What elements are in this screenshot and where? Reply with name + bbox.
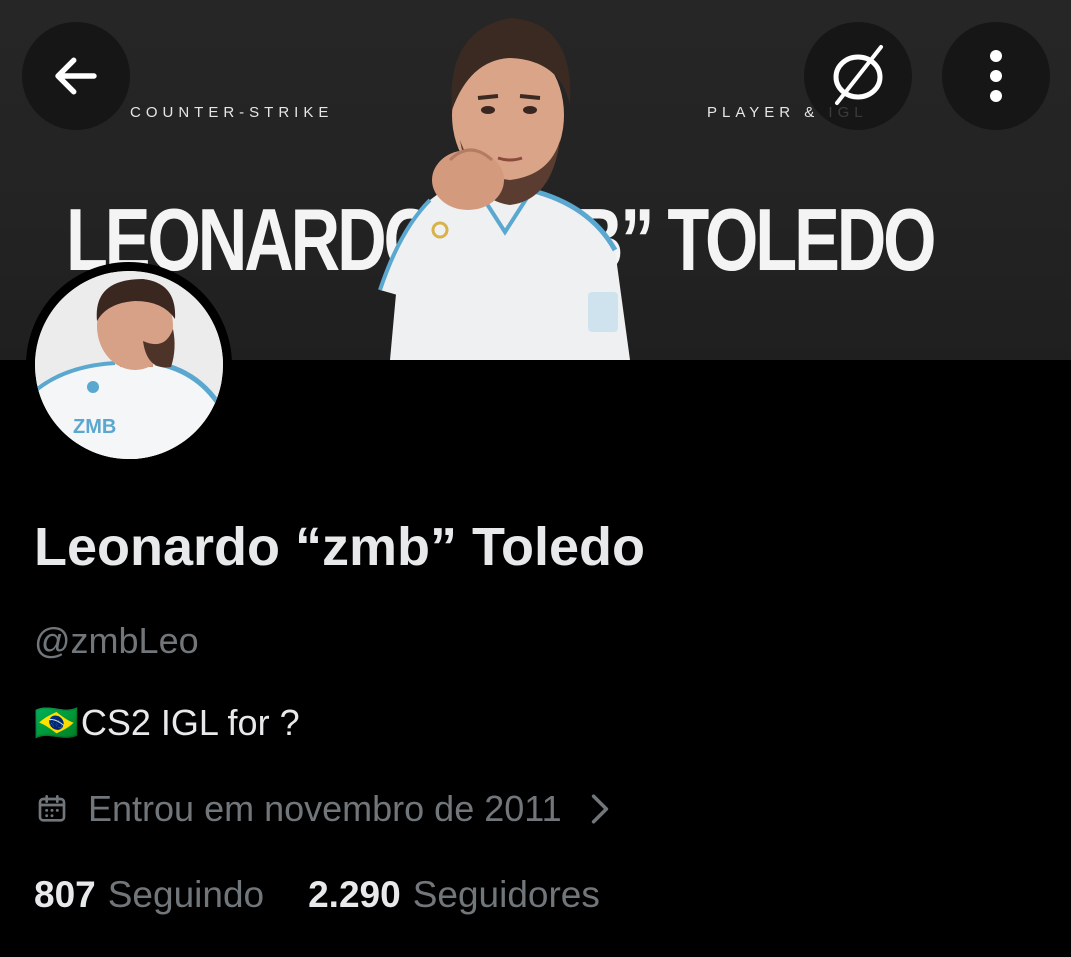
follow-stats: 807 Seguindo 2.290 Seguidores	[34, 874, 644, 916]
followers-count: 2.290	[308, 874, 401, 915]
bio-text: CS2 IGL for ?	[80, 702, 300, 743]
banner-caption-left: COUNTER-STRIKE	[130, 104, 334, 121]
avatar-jersey-text: ZMB	[73, 416, 116, 438]
slashed-circle-logo-icon	[833, 45, 883, 105]
more-options-button[interactable]	[942, 22, 1050, 130]
chevron-right-icon	[590, 793, 610, 825]
user-handle: @zmbLeo	[34, 620, 199, 661]
join-date-row[interactable]: Entrou em novembro de 2011	[36, 788, 610, 830]
avatar[interactable]: ZMB	[35, 271, 223, 459]
calendar-icon	[36, 793, 68, 825]
arrow-left-icon	[55, 57, 97, 95]
back-button[interactable]	[22, 22, 130, 130]
brand-logo-button[interactable]	[804, 22, 912, 130]
player-photo	[378, 18, 630, 360]
followers-link[interactable]: 2.290 Seguidores	[308, 874, 600, 916]
display-name: Leonardo “zmb” Toledo	[34, 517, 645, 577]
profile-avatar-ring[interactable]: ZMB	[26, 262, 232, 468]
brazil-flag-icon: 🇧🇷	[34, 702, 79, 743]
following-count: 807	[34, 874, 96, 915]
avatar-photo: ZMB	[35, 271, 223, 459]
join-date-text: Entrou em novembro de 2011	[88, 788, 562, 829]
following-link[interactable]: 807 Seguindo	[34, 874, 264, 916]
followers-label: Seguidores	[412, 874, 600, 915]
vertical-ellipsis-icon	[990, 50, 1002, 102]
profile-bio: 🇧🇷 CS2 IGL for ?	[34, 702, 300, 744]
following-label: Seguindo	[107, 874, 265, 915]
